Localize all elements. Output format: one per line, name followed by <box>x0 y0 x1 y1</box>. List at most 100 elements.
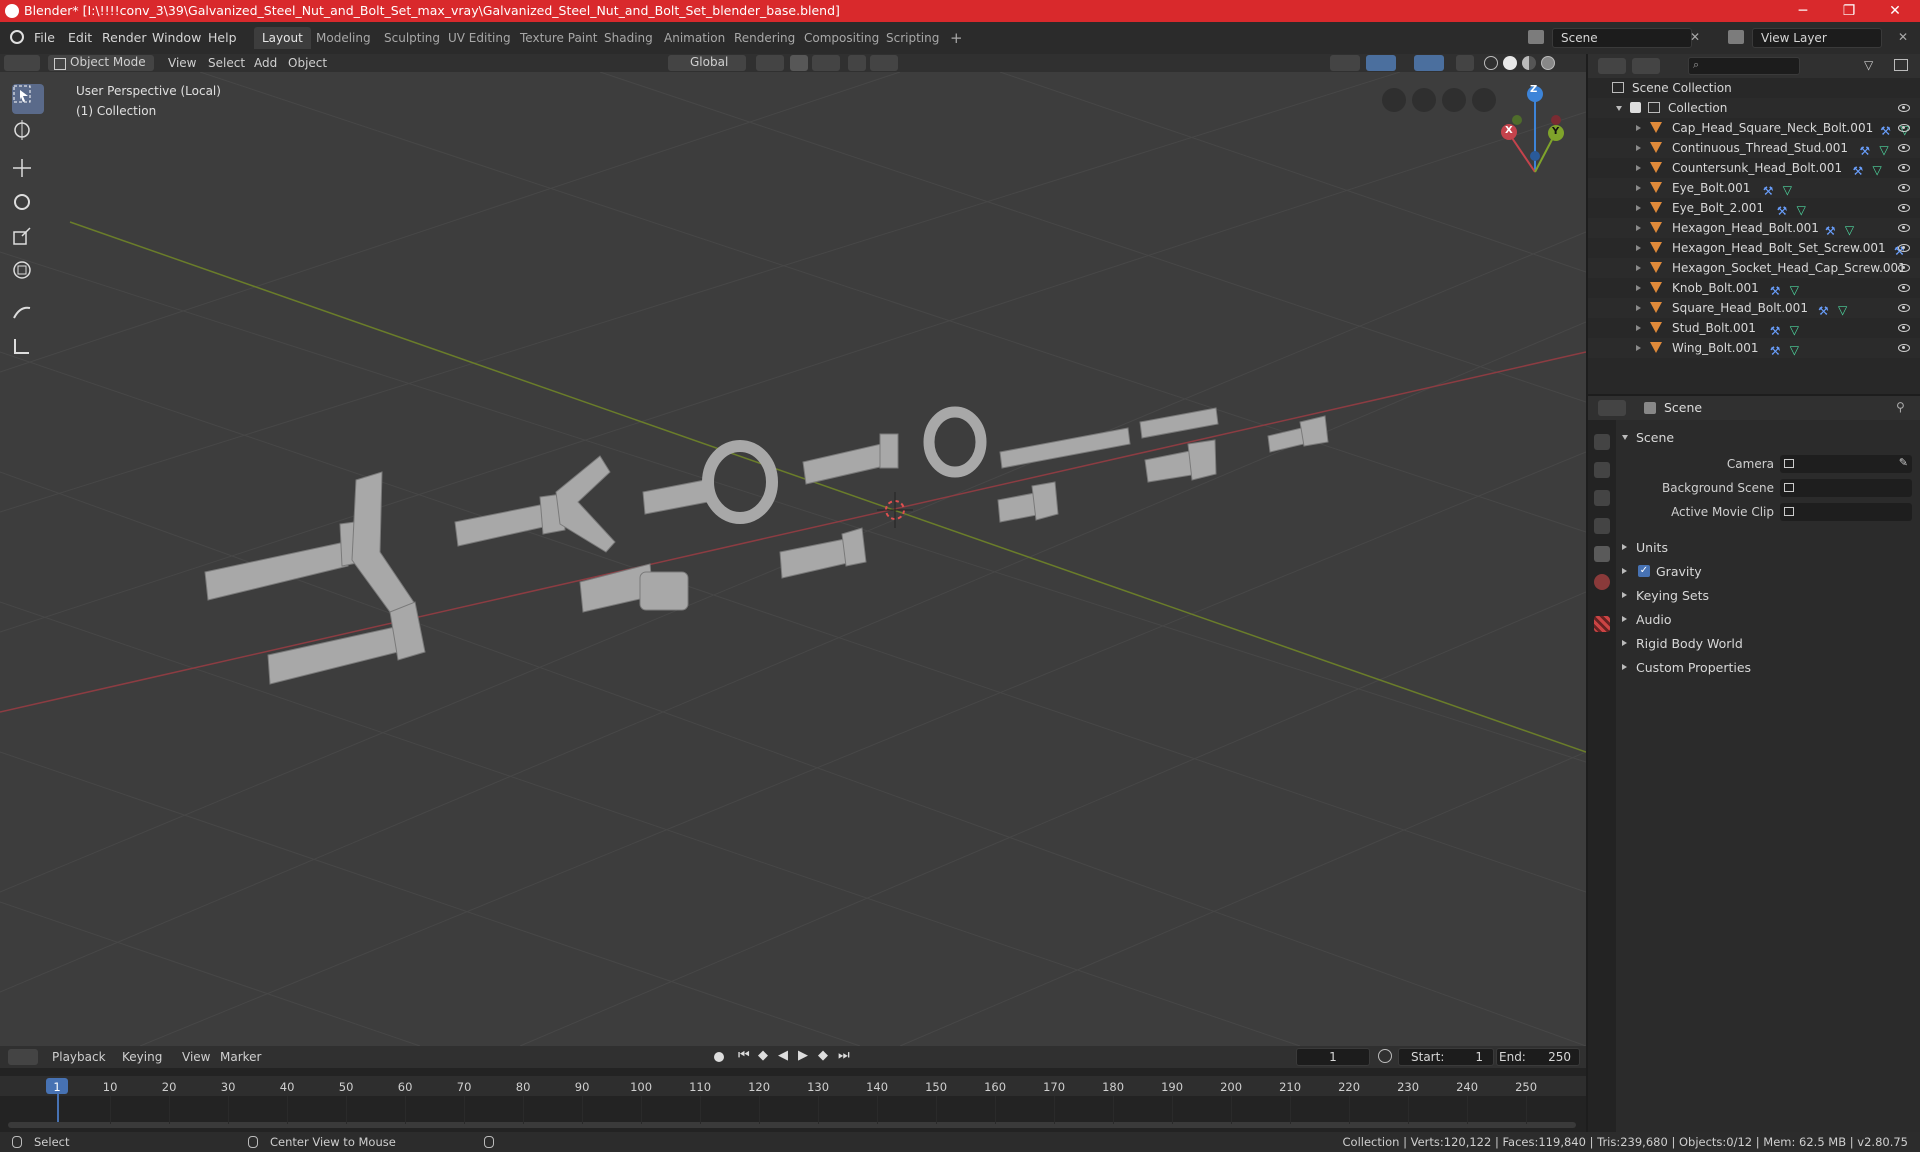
outliner-row-object[interactable]: Continuous_Thread_Stud.001 ⚒ ▽ <box>1588 138 1920 158</box>
tab-sculpting[interactable]: Sculpting <box>376 27 448 49</box>
eye-icon[interactable] <box>1898 344 1910 352</box>
menu-file[interactable]: File <box>34 30 55 45</box>
eye-icon[interactable] <box>1898 164 1910 172</box>
expand-icon[interactable] <box>1636 225 1641 231</box>
expand-icon[interactable] <box>1636 245 1641 251</box>
timeline-menu-marker[interactable]: Marker <box>220 1049 261 1065</box>
mesh-data-icon[interactable]: ▽ <box>1797 200 1806 220</box>
menu-edit[interactable]: Edit <box>68 30 92 45</box>
end-frame-field[interactable]: End: 250 <box>1496 1048 1580 1066</box>
start-frame-field[interactable]: Start: 1 <box>1398 1048 1494 1066</box>
eye-icon[interactable] <box>1898 144 1910 152</box>
eye-icon[interactable] <box>1898 284 1910 292</box>
eye-icon[interactable] <box>1898 244 1910 252</box>
expand-icon[interactable] <box>1636 325 1641 331</box>
annotate-tool[interactable] <box>12 302 44 332</box>
toggle-camera-grid-icon[interactable] <box>1382 88 1406 112</box>
rendered-shading-icon[interactable] <box>1541 56 1555 70</box>
menu-help[interactable]: Help <box>208 30 237 45</box>
tool-settings-tab-icon[interactable] <box>1594 434 1610 450</box>
play-reverse-icon[interactable]: ◀ <box>778 1048 788 1063</box>
eye-icon[interactable] <box>1898 184 1910 192</box>
current-frame-field[interactable]: 1 <box>1296 1048 1370 1066</box>
snap-toggle[interactable] <box>790 55 808 71</box>
menu-window[interactable]: Window <box>152 30 201 45</box>
expand-icon[interactable] <box>1636 145 1641 151</box>
editor-type-button[interactable] <box>4 55 40 71</box>
outliner-row-object[interactable]: Knob_Bolt.001 ⚒ ▽ <box>1588 278 1920 298</box>
cursor-tool[interactable] <box>12 120 44 150</box>
viewport-menu-view[interactable]: View <box>168 55 196 71</box>
outliner-row-object[interactable]: Countersunk_Head_Bolt.001 ⚒ ▽ <box>1588 158 1920 178</box>
background-scene-field[interactable] <box>1780 479 1912 497</box>
expand-icon[interactable] <box>1636 305 1641 311</box>
outliner-row-scene-collection[interactable]: Scene Collection <box>1588 78 1920 98</box>
properties-editor-type[interactable] <box>1598 400 1626 416</box>
menu-render[interactable]: Render <box>102 30 147 45</box>
outliner-row-object[interactable]: Hexagon_Head_Bolt_Set_Screw.001 ⚒ <box>1588 238 1920 258</box>
tab-modeling[interactable]: Modeling <box>308 27 379 49</box>
tab-rendering[interactable]: Rendering <box>726 27 803 49</box>
mesh-data-icon[interactable]: ▽ <box>1783 180 1792 200</box>
outliner-row-object[interactable]: Wing_Bolt.001 ⚒ ▽ <box>1588 338 1920 358</box>
pivot-button[interactable] <box>756 55 784 71</box>
viewport-menu-object[interactable]: Object <box>288 55 327 71</box>
close-window-button[interactable]: ✕ <box>1872 0 1918 22</box>
close-view-layer-icon[interactable]: ✕ <box>1898 30 1908 44</box>
eye-icon[interactable] <box>1898 324 1910 332</box>
eye-icon[interactable] <box>1898 104 1910 112</box>
orientation-dropdown[interactable]: Global <box>668 55 746 71</box>
3d-viewport[interactable]: Z X Y User Perspective (Local) (1) Colle… <box>0 72 1586 1046</box>
prev-keyframe-icon[interactable]: ◆ <box>758 1048 768 1063</box>
play-icon[interactable]: ▶ <box>798 1048 808 1063</box>
expand-icon[interactable] <box>1636 345 1641 351</box>
outliner-row-collection[interactable]: Collection <box>1588 98 1920 118</box>
outliner-row-object[interactable]: Eye_Bolt.001 ⚒ ▽ <box>1588 178 1920 198</box>
blender-menu-icon[interactable] <box>10 30 24 44</box>
mode-dropdown[interactable]: Object Mode <box>48 55 154 71</box>
measure-tool[interactable] <box>12 336 44 366</box>
scene-selector[interactable]: Scene <box>1552 28 1692 48</box>
timeline-scrollbar[interactable] <box>8 1122 1576 1128</box>
tab-scripting[interactable]: Scripting <box>878 27 947 49</box>
outliner-row-object[interactable]: Hexagon_Head_Bolt.001 ⚒ ▽ <box>1588 218 1920 238</box>
new-collection-icon[interactable] <box>1894 59 1908 71</box>
timeline-menu-view[interactable]: View <box>182 1049 210 1065</box>
mesh-data-icon[interactable]: ▽ <box>1845 220 1854 240</box>
eye-icon[interactable] <box>1898 304 1910 312</box>
visibility-dropdown[interactable] <box>1330 55 1360 71</box>
mesh-data-icon[interactable]: ▽ <box>1873 160 1882 180</box>
select-box-tool[interactable] <box>12 84 44 114</box>
pin-icon[interactable]: ⚲ <box>1896 400 1905 414</box>
mesh-data-icon[interactable]: ▽ <box>1790 340 1799 360</box>
overlay-toggle[interactable] <box>1414 55 1444 71</box>
proportional-edit-toggle[interactable] <box>848 55 866 71</box>
output-tab-icon[interactable] <box>1594 490 1610 506</box>
next-keyframe-icon[interactable]: ◆ <box>818 1048 828 1063</box>
expand-icon[interactable] <box>1636 265 1641 271</box>
filter-icon[interactable]: ▽ <box>1864 58 1873 72</box>
expand-icon[interactable] <box>1636 205 1641 211</box>
eyedropper-icon[interactable]: ✎ <box>1899 456 1908 469</box>
maximize-button[interactable]: ❐ <box>1826 0 1872 22</box>
scene-tab-icon[interactable] <box>1594 546 1610 562</box>
tab-shading[interactable]: Shading <box>596 27 661 49</box>
mesh-data-icon[interactable]: ▽ <box>1790 280 1799 300</box>
tab-animation[interactable]: Animation <box>656 27 733 49</box>
move-tool[interactable] <box>12 158 44 188</box>
clock-icon[interactable] <box>1378 1049 1392 1063</box>
display-mode-dropdown[interactable] <box>1632 58 1660 74</box>
world-tab-icon[interactable] <box>1594 574 1610 590</box>
outliner-row-object[interactable]: Cap_Head_Square_Neck_Bolt.001 ⚒ ▽ <box>1588 118 1920 138</box>
close-scene-icon[interactable]: ✕ <box>1690 30 1700 44</box>
outliner-editor-type[interactable] <box>1598 58 1626 74</box>
transform-tool[interactable] <box>12 260 44 290</box>
gravity-checkbox[interactable]: ✓ <box>1638 565 1650 577</box>
view-layer-selector[interactable]: View Layer <box>1752 28 1882 48</box>
xray-toggle[interactable] <box>1456 55 1474 71</box>
active-movie-clip-field[interactable] <box>1780 503 1912 521</box>
texture-tab-icon[interactable] <box>1594 616 1610 632</box>
render-tab-icon[interactable] <box>1594 462 1610 478</box>
tab-texture-paint[interactable]: Texture Paint <box>512 27 605 49</box>
falloff-dropdown[interactable] <box>870 55 898 71</box>
